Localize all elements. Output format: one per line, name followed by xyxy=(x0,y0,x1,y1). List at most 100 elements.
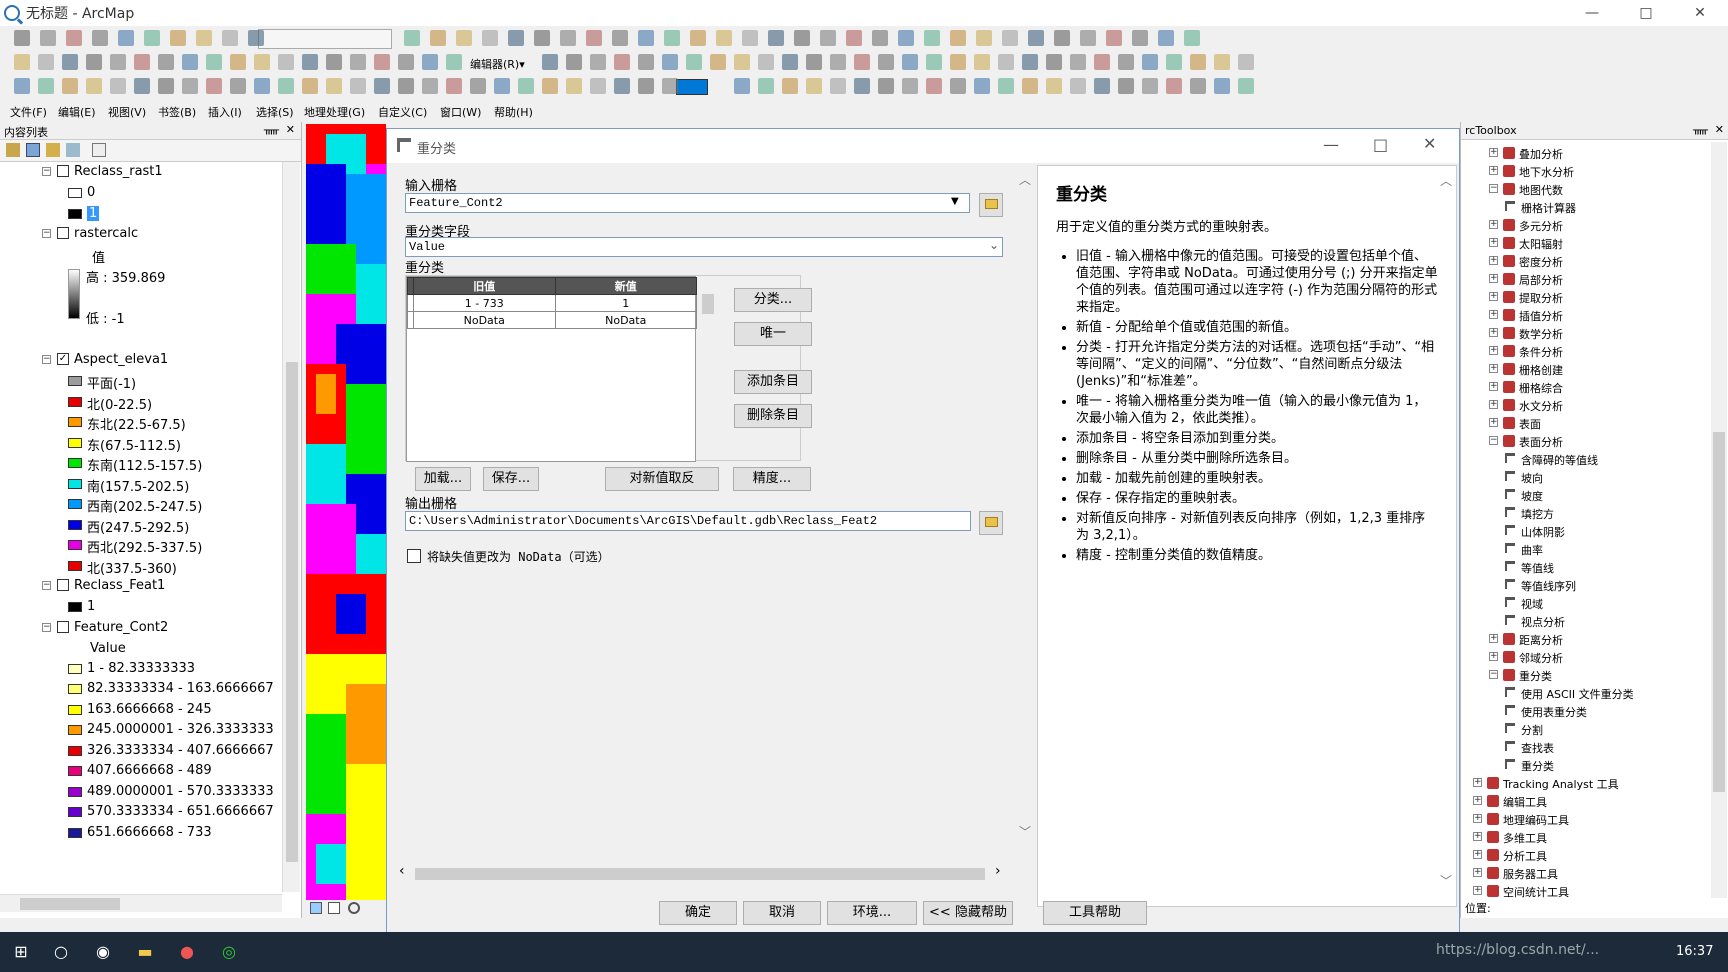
toolbar-button-icon[interactable] xyxy=(638,54,654,70)
toolbox-tool-item[interactable]: 视点分析 xyxy=(1461,612,1709,630)
toolbar-button-icon[interactable] xyxy=(662,54,678,70)
list-by-selection-icon[interactable] xyxy=(66,143,80,157)
menu-view[interactable]: 视图(V) xyxy=(108,104,146,120)
ok-button[interactable]: 确定 xyxy=(659,901,737,925)
toolbar-button-icon[interactable] xyxy=(398,78,414,94)
menu-selection[interactable]: 选择(S) xyxy=(256,104,294,120)
toolbar-button-icon[interactable] xyxy=(14,30,30,46)
toolbar-button-icon[interactable] xyxy=(830,78,846,94)
arcmap-taskbar-icon[interactable]: ◉ xyxy=(88,938,118,966)
collapse-icon[interactable]: − xyxy=(42,581,51,590)
toolbox-toolset-item[interactable]: + 提取分析 xyxy=(1461,288,1709,306)
expand-icon[interactable]: + xyxy=(1473,778,1482,787)
toolbox-toolset-item[interactable]: + 分析工具 xyxy=(1461,846,1709,864)
toolbar-button-icon[interactable] xyxy=(806,54,822,70)
cancel-button[interactable]: 取消 xyxy=(743,901,821,925)
dialog-maximize-button[interactable]: □ xyxy=(1373,135,1388,154)
toolbar-button-icon[interactable] xyxy=(1190,78,1206,94)
toc-layer-row[interactable]: − Reclass_Feat1 xyxy=(0,576,282,596)
toolbar-button-icon[interactable] xyxy=(1142,54,1158,70)
toolbar-button-icon[interactable] xyxy=(446,54,462,70)
legend-swatch[interactable] xyxy=(68,766,82,776)
collapse-icon[interactable]: − xyxy=(42,355,51,364)
toc-layer-row[interactable]: − Feature_Cont2 xyxy=(0,618,282,638)
toc-legend-row[interactable]: 南(157.5-202.5) xyxy=(0,474,282,495)
toolbox-toolset-item[interactable]: − 重分类 xyxy=(1461,666,1709,684)
cortana-icon[interactable]: ○ xyxy=(46,938,76,966)
toolbar-button-icon[interactable] xyxy=(62,54,78,70)
scale-combobox[interactable] xyxy=(258,29,392,49)
toolbar-button-icon[interactable] xyxy=(470,78,486,94)
delete-entry-button[interactable]: 删除条目 xyxy=(734,404,812,428)
toolbar-button-icon[interactable] xyxy=(134,78,150,94)
legend-swatch[interactable] xyxy=(68,602,82,612)
refresh-icon[interactable] xyxy=(348,902,360,914)
toolbar-button-icon[interactable] xyxy=(1002,30,1018,46)
toolbar-button-icon[interactable] xyxy=(686,54,702,70)
toolbox-tool-item[interactable]: 分割 xyxy=(1461,720,1709,738)
toolbar-button-icon[interactable] xyxy=(878,54,894,70)
toolbar-button-icon[interactable] xyxy=(690,30,706,46)
legend-swatch[interactable] xyxy=(68,417,82,427)
toolbox-toolset-item[interactable]: + 局部分析 xyxy=(1461,270,1709,288)
dialog-close-button[interactable]: ✕ xyxy=(1423,134,1436,153)
toolbar-button-icon[interactable] xyxy=(1214,78,1230,94)
toc-layer-row[interactable]: − rastercalc xyxy=(0,224,282,244)
params-horizontal-scrollbar[interactable]: ‹ › xyxy=(399,863,1005,881)
toolbar-button-icon[interactable] xyxy=(86,78,102,94)
toc-legend-row[interactable]: 1 - 82.33333333 xyxy=(0,659,282,679)
toc-legend-row[interactable]: 570.3333334 - 651.6666667 xyxy=(0,802,282,822)
toc-legend-row[interactable]: 东南(112.5-157.5) xyxy=(0,453,282,474)
toolbar-button-icon[interactable] xyxy=(1166,54,1182,70)
windows-start-icon[interactable]: ⊞ xyxy=(6,938,36,966)
toolbox-tool-item[interactable]: 使用表重分类 xyxy=(1461,702,1709,720)
toolbar-button-icon[interactable] xyxy=(710,54,726,70)
legend-swatch[interactable] xyxy=(68,396,82,407)
legend-swatch[interactable] xyxy=(68,458,82,468)
toolbox-tool-item[interactable]: 视域 xyxy=(1461,594,1709,612)
hide-help-button[interactable]: << 隐藏帮助 xyxy=(923,901,1013,925)
toolbar-button-icon[interactable] xyxy=(902,54,918,70)
expand-icon[interactable]: + xyxy=(1489,310,1498,319)
toolbar-button-icon[interactable] xyxy=(230,78,246,94)
toolbox-toolset-item[interactable]: + 编辑工具 xyxy=(1461,792,1709,810)
toolbar-button-icon[interactable] xyxy=(118,30,134,46)
minimize-button[interactable]: — xyxy=(1570,0,1614,26)
toolbar-button-icon[interactable] xyxy=(664,30,680,46)
toc-horizontal-scrollbar[interactable] xyxy=(0,894,282,912)
toolbar-button-icon[interactable] xyxy=(494,78,510,94)
toolbar-button-icon[interactable] xyxy=(278,54,294,70)
toolbar-button-icon[interactable] xyxy=(1022,54,1038,70)
toolbox-tool-item[interactable]: 山体阴影 xyxy=(1461,522,1709,540)
toolbar-button-icon[interactable] xyxy=(560,30,576,46)
expand-icon[interactable]: + xyxy=(1489,256,1498,265)
toolbox-toolset-item[interactable]: + 邻域分析 xyxy=(1461,648,1709,666)
save-button[interactable]: 保存... xyxy=(483,467,539,491)
toolbox-tool-item[interactable]: 坡度 xyxy=(1461,486,1709,504)
chevron-down-icon[interactable]: ▼ xyxy=(951,196,959,207)
toolbar-button-icon[interactable] xyxy=(430,30,446,46)
expand-icon[interactable]: + xyxy=(1489,220,1498,229)
toolbar-button-icon[interactable] xyxy=(350,54,366,70)
legend-swatch[interactable] xyxy=(68,560,82,571)
toolbar-button-icon[interactable] xyxy=(170,30,186,46)
toolbar-button-icon[interactable] xyxy=(456,30,472,46)
toolbar-button-icon[interactable] xyxy=(1190,54,1206,70)
toolbar-button-icon[interactable] xyxy=(846,30,862,46)
toolbar-button-icon[interactable] xyxy=(302,54,318,70)
toolbar-button-icon[interactable] xyxy=(614,54,630,70)
close-button[interactable]: ✕ xyxy=(1678,0,1722,26)
toolbar-button-icon[interactable] xyxy=(1070,54,1086,70)
toc-legend-row[interactable]: 北(0-22.5) xyxy=(0,392,282,413)
reclass-table[interactable]: 旧值 新值 1 - 733 1 NoData NoData xyxy=(406,276,697,462)
toolbar-button-icon[interactable] xyxy=(1070,78,1086,94)
classify-button[interactable]: 分类... xyxy=(734,288,812,312)
toolbar-button-icon[interactable] xyxy=(422,78,438,94)
toc-legend-row[interactable]: 407.6666668 - 489 xyxy=(0,761,282,781)
input-raster-field[interactable]: Feature_Cont2 xyxy=(405,193,970,213)
toolbar-button-icon[interactable] xyxy=(14,54,30,70)
toolbar-button-icon[interactable] xyxy=(206,78,222,94)
expand-icon[interactable]: + xyxy=(1489,418,1498,427)
toc-legend-row[interactable]: 651.6666668 - 733 xyxy=(0,823,282,843)
menu-customize[interactable]: 自定义(C) xyxy=(378,104,427,120)
